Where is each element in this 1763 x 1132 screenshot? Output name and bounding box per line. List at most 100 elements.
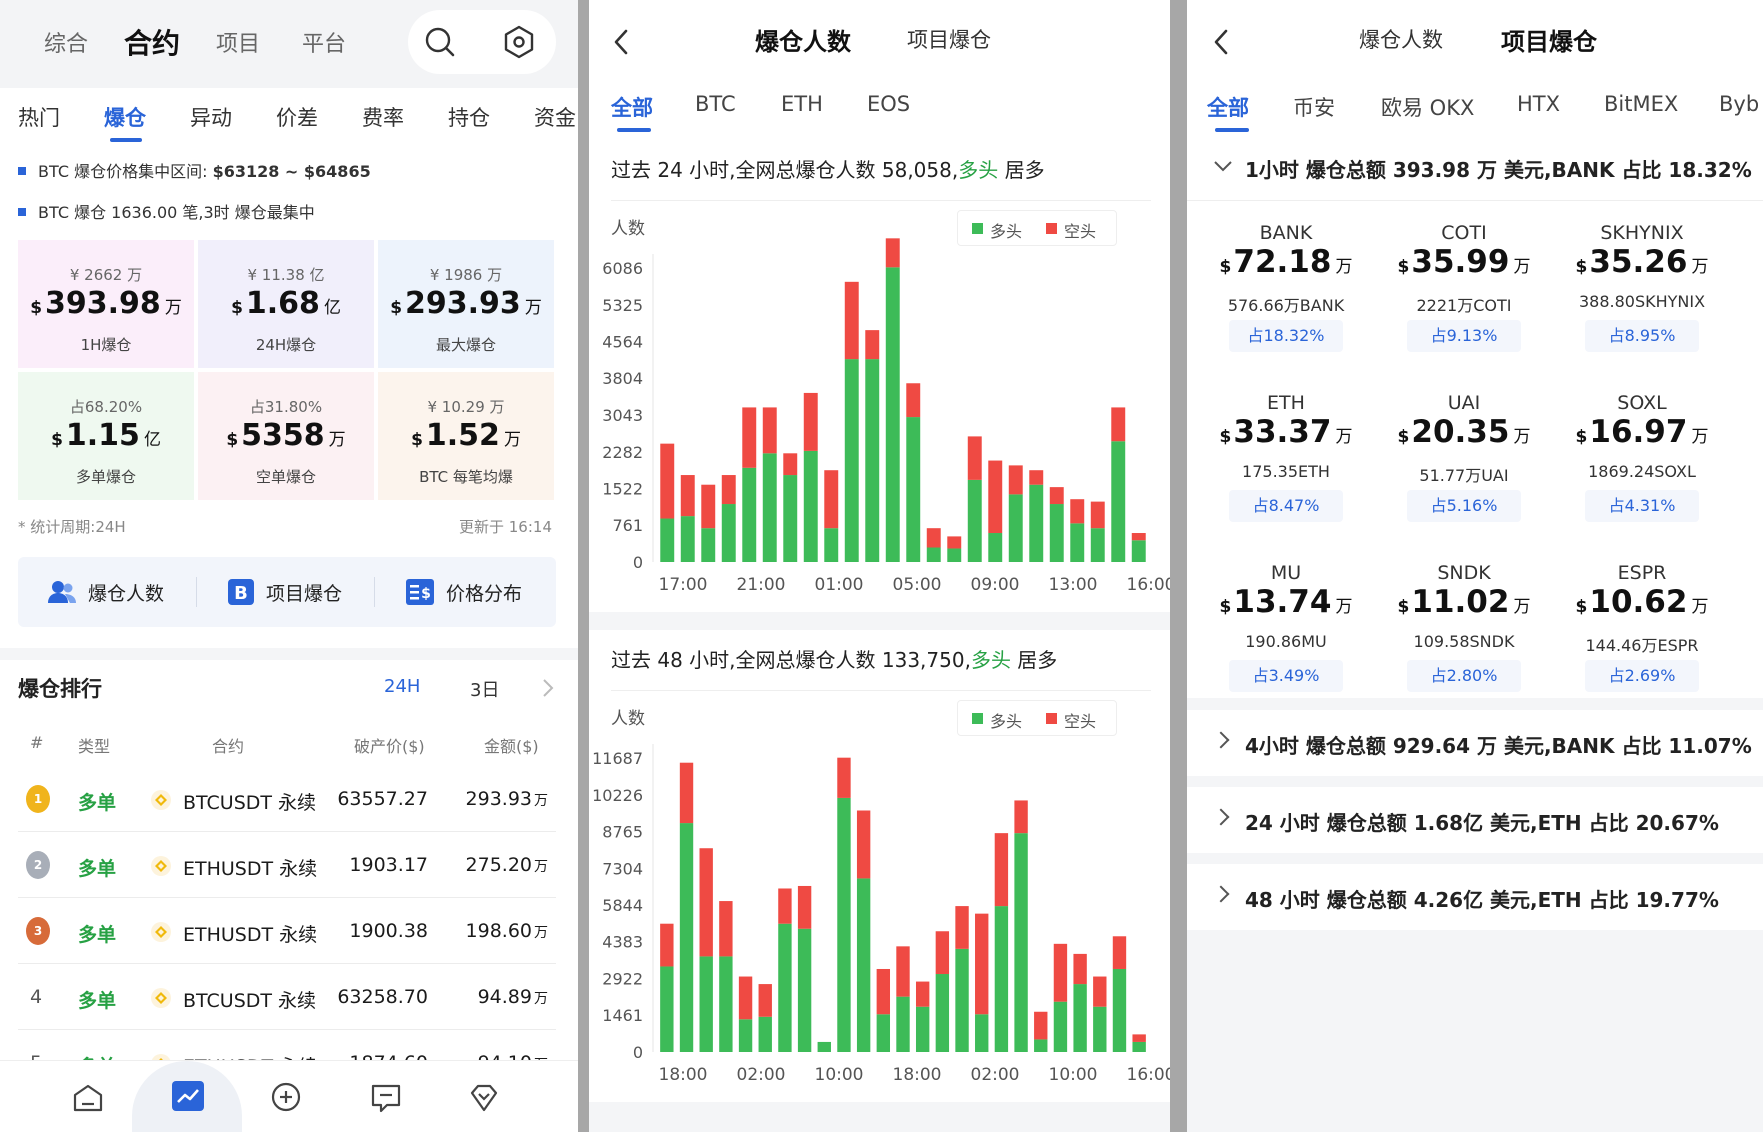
coin-tab-eos[interactable]: EOS (867, 92, 910, 116)
bar-long[interactable] (844, 359, 859, 562)
bar-long[interactable] (783, 475, 798, 562)
coin-cell[interactable]: SOXL $16.97 万 1869.24SOXL 占4.31% (1553, 392, 1731, 542)
bar-long[interactable] (721, 504, 736, 562)
bar-long[interactable] (1034, 1039, 1048, 1052)
bar-long[interactable] (758, 1016, 772, 1052)
bar-long[interactable] (1073, 984, 1087, 1052)
bar-short[interactable] (738, 976, 753, 1020)
bar-short[interactable] (721, 475, 736, 505)
bar-short[interactable] (975, 913, 989, 1015)
bar-short[interactable] (762, 407, 777, 454)
table-row[interactable]: 1 多单 BTCUSDT 永续 63557.27 293.93 万 (18, 766, 556, 832)
tab-contract[interactable]: 合约 (124, 22, 180, 62)
exchange-tab-bitmex[interactable]: BitMEX (1604, 92, 1678, 116)
bar-short[interactable] (1132, 1034, 1146, 1042)
subtab-hot[interactable]: 热门 (18, 102, 60, 132)
bar-long[interactable] (837, 797, 851, 1052)
bar-long[interactable] (1049, 504, 1064, 562)
message-icon[interactable] (370, 1083, 402, 1113)
bar-short[interactable] (865, 330, 880, 360)
title-tab-users[interactable]: 爆仓人数 (755, 22, 851, 57)
bar-long[interactable] (1008, 494, 1023, 562)
bar-long[interactable] (935, 974, 950, 1052)
bar-short[interactable] (1073, 953, 1087, 985)
exchange-tab-htx[interactable]: HTX (1517, 92, 1560, 116)
bar-short[interactable] (1029, 470, 1044, 485)
bar-short[interactable] (803, 392, 818, 451)
coin-cell[interactable]: SKHYNIX $35.26 万 388.80SKHYNIX 占8.95% (1553, 222, 1731, 372)
bar-short[interactable] (1014, 800, 1028, 834)
bar-short[interactable] (1090, 501, 1105, 529)
bar-short[interactable] (1131, 533, 1146, 541)
bar-long[interactable] (988, 533, 1003, 562)
coin-cell[interactable]: ETH $33.37 万 175.35ETH 占8.47% (1197, 392, 1375, 542)
table-row[interactable]: 2 多单 ETHUSDT 永续 1903.17 275.20 万 (18, 832, 556, 898)
coin-tab-eth[interactable]: ETH (781, 92, 823, 116)
bar-short[interactable] (797, 885, 812, 929)
bar-short[interactable] (967, 436, 982, 480)
bar-short[interactable] (1112, 936, 1127, 969)
bar-short[interactable] (915, 981, 930, 1007)
coin-tab-btc[interactable]: BTC (695, 92, 736, 116)
coin-cell[interactable]: ESPR $10.62 万 144.46万ESPR 占2.69% (1553, 562, 1731, 712)
bar-long[interactable] (680, 516, 695, 562)
nav-price-distribution[interactable]: 价格分布 (446, 579, 522, 606)
bar-long[interactable] (778, 923, 792, 1052)
bar-short[interactable] (1034, 1011, 1048, 1040)
tab-platform[interactable]: 平台 (302, 26, 346, 58)
bar-long[interactable] (1070, 523, 1085, 562)
coin-tab-all[interactable]: 全部 (611, 92, 653, 122)
bar-long[interactable] (915, 1006, 930, 1052)
bar-short[interactable] (701, 484, 716, 529)
bar-short[interactable] (896, 946, 910, 997)
bar-long[interactable] (699, 956, 713, 1052)
bar-short[interactable] (926, 528, 941, 548)
nav-liquidated-users[interactable]: 爆仓人数 (88, 579, 164, 606)
bar-long[interactable] (885, 267, 900, 562)
bar-long[interactable] (679, 823, 694, 1052)
bar-long[interactable] (719, 956, 733, 1052)
bar-short[interactable] (742, 407, 757, 468)
bar-short[interactable] (699, 848, 713, 957)
bar-long[interactable] (1112, 968, 1127, 1052)
home-icon[interactable] (72, 1083, 104, 1113)
bar-long[interactable] (865, 359, 880, 562)
bar-short[interactable] (758, 984, 772, 1017)
bar-long[interactable] (906, 417, 921, 562)
subtab-fund[interactable]: 资金 (534, 102, 576, 132)
subtab-spread[interactable]: 价差 (276, 102, 318, 132)
bar-short[interactable] (837, 757, 851, 798)
bar-long[interactable] (1131, 540, 1146, 562)
bar-long[interactable] (1014, 833, 1028, 1052)
exchange-tab-okx[interactable]: 欧易 OKX (1381, 92, 1474, 122)
subtab-liquidation[interactable]: 爆仓 (104, 102, 146, 132)
bar-short[interactable] (679, 762, 694, 824)
bar-short[interactable] (1070, 499, 1085, 524)
bar-short[interactable] (885, 238, 900, 268)
table-row[interactable]: 3 多单 ETHUSDT 永续 1900.38 198.60 万 (18, 898, 556, 964)
bar-long[interactable] (824, 528, 839, 562)
bar-long[interactable] (738, 1019, 753, 1052)
subtab-open-interest[interactable]: 持仓 (448, 102, 490, 132)
bar-long[interactable] (797, 928, 812, 1052)
bar-short[interactable] (935, 931, 950, 975)
24h-summary-row[interactable]: 24 小时 爆仓总额 1.68亿 美元,ETH 占比 20.67% (1187, 787, 1763, 853)
market-chart-icon[interactable] (172, 1081, 204, 1111)
settings-icon[interactable] (502, 24, 536, 60)
bar-long[interactable] (1053, 1001, 1068, 1052)
bar-long[interactable] (955, 948, 969, 1052)
assets-diamond-icon[interactable] (468, 1083, 500, 1113)
bar-short[interactable] (660, 923, 674, 967)
bar-long[interactable] (817, 1041, 831, 1052)
title-tab-project[interactable]: 项目爆仓 (1501, 22, 1597, 57)
chevron-down-icon[interactable] (1213, 160, 1233, 172)
back-arrow-icon[interactable] (1213, 28, 1229, 56)
bar-long[interactable] (926, 547, 941, 562)
bar-long[interactable] (856, 878, 871, 1052)
exchange-tab-bybit[interactable]: Byb (1719, 92, 1759, 116)
bar-long[interactable] (947, 548, 962, 562)
bar-long[interactable] (803, 450, 818, 562)
bar-short[interactable] (856, 810, 871, 879)
subtab-anomaly[interactable]: 异动 (190, 102, 232, 132)
bar-long[interactable] (994, 906, 1009, 1052)
